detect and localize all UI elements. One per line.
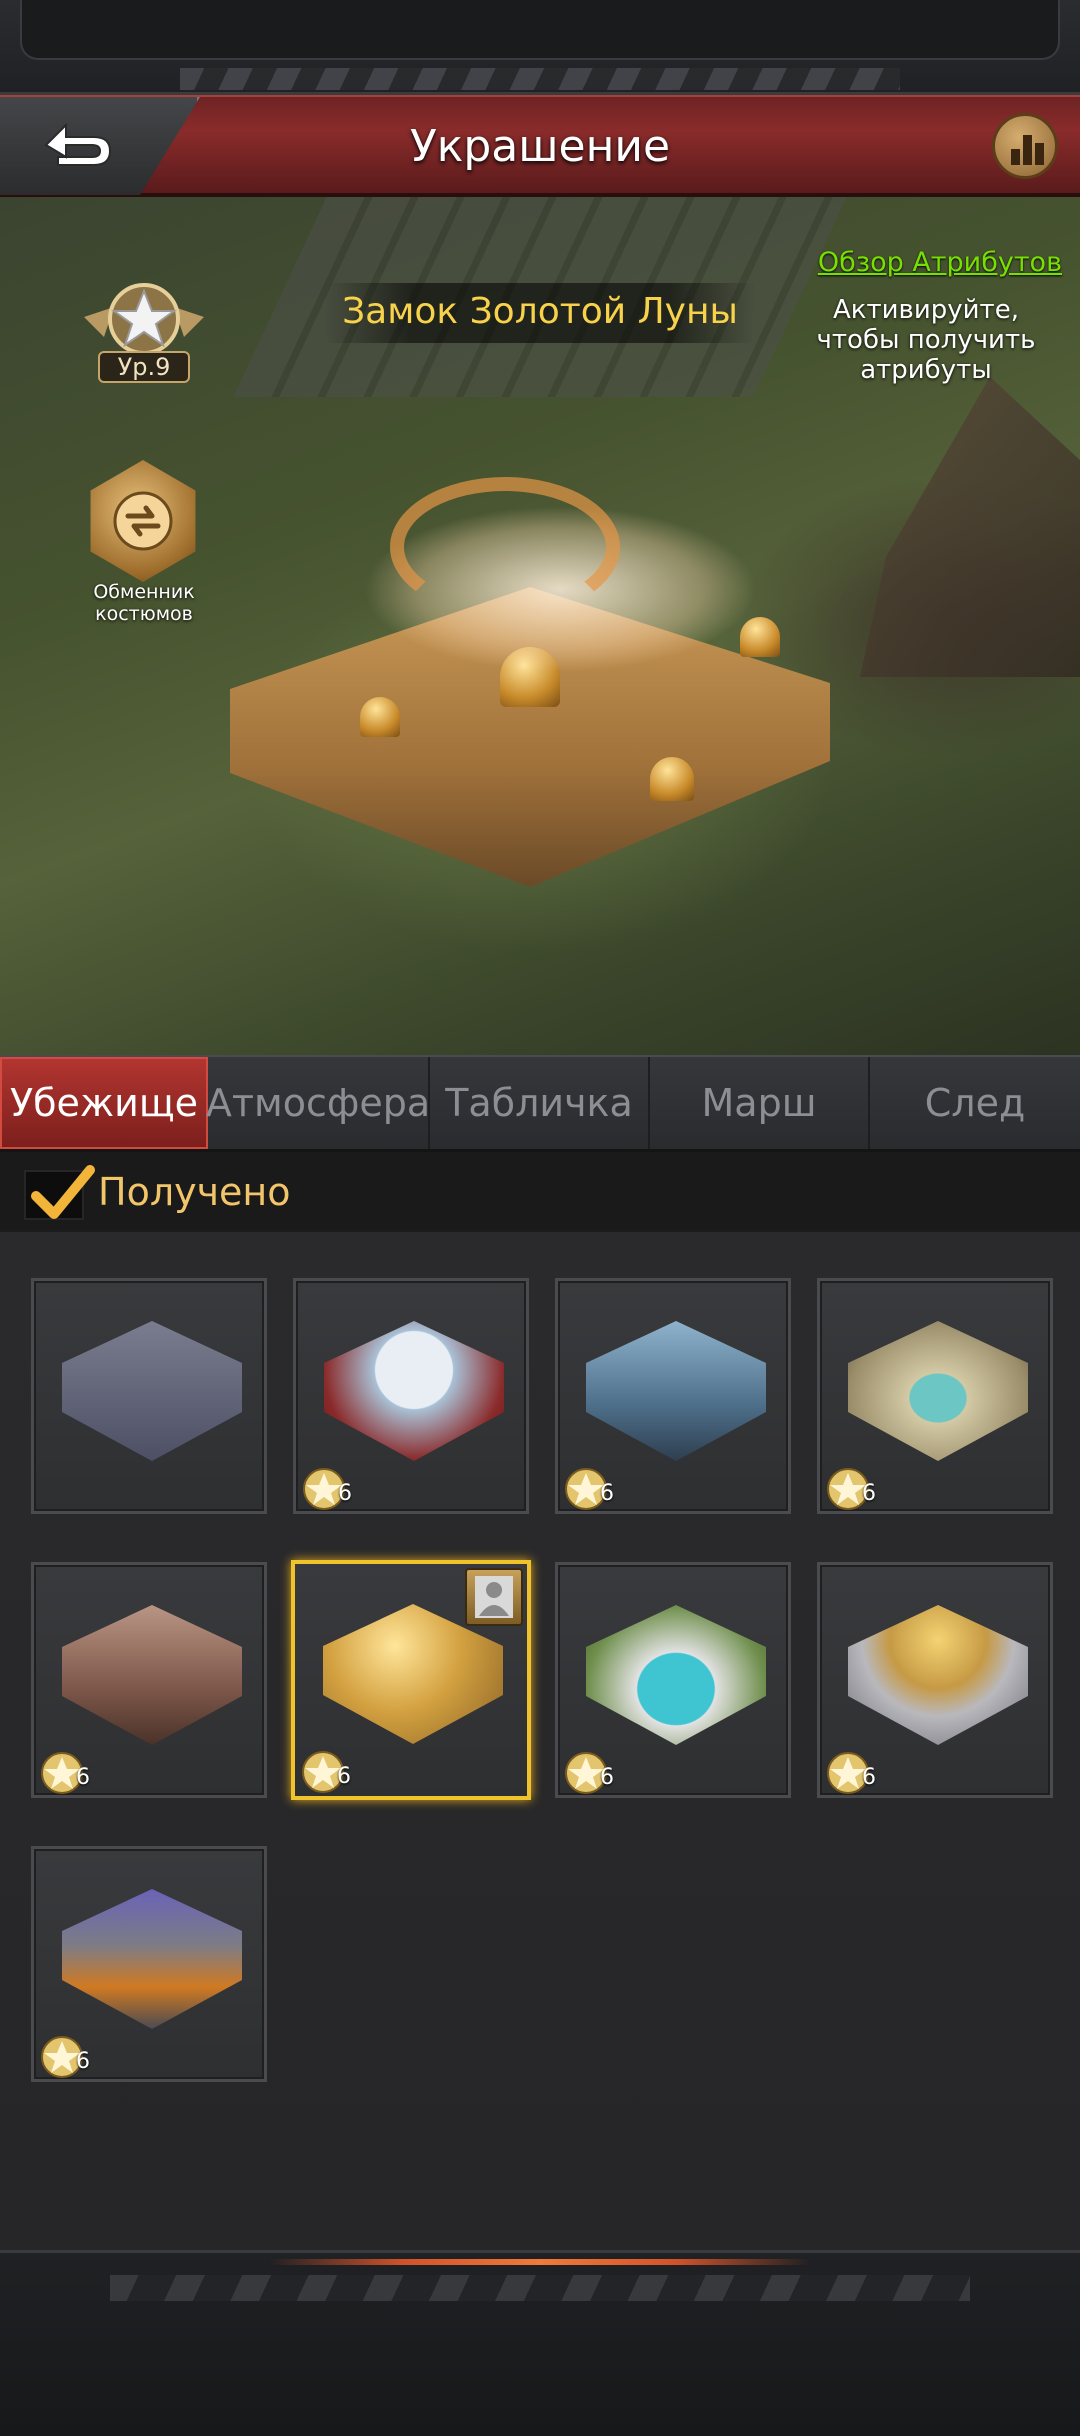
industrial-red-image	[62, 1605, 242, 1745]
owner-badge	[465, 1568, 523, 1626]
tab-nameplate[interactable]: Табличка	[430, 1057, 650, 1149]
default-base-image	[62, 1321, 242, 1461]
top-frame	[0, 0, 1080, 95]
item-level: 6	[862, 1765, 876, 1790]
tab-trail[interactable]: След	[870, 1057, 1080, 1149]
costume-exchange-label: Обменник костюмов	[93, 581, 195, 625]
tab-shelter[interactable]: Убежище	[0, 1057, 208, 1149]
user-icon	[475, 1576, 513, 1618]
item-level: 6	[338, 1481, 352, 1506]
header-bar: Украшение	[0, 95, 1080, 197]
item-level: 6	[600, 1765, 614, 1790]
activation-hint: Активируйте, чтобы получить атрибуты	[816, 295, 1036, 385]
decoration-grid: 6 6 6 6 6 6 6 6	[0, 1232, 1080, 2250]
item-level: 6	[337, 1764, 351, 1789]
decoration-card[interactable]: 6	[293, 1278, 529, 1514]
castle-dome	[360, 697, 400, 737]
attributes-overview-link[interactable]: Обзор Атрибутов	[818, 247, 1062, 278]
decoration-card[interactable]: 6	[31, 1562, 267, 1798]
tab-march[interactable]: Марш	[650, 1057, 870, 1149]
page-title: Украшение	[409, 121, 671, 172]
decoration-card[interactable]: 6	[555, 1278, 791, 1514]
bottom-frame-stripes	[110, 2275, 970, 2301]
stadium-city-image	[848, 1321, 1028, 1461]
checkmark-icon	[31, 1165, 95, 1219]
owned-checkbox[interactable]	[24, 1165, 95, 1220]
snow-globe-image	[324, 1321, 504, 1461]
decoration-card[interactable]: 6	[31, 1846, 267, 2082]
castle-dome	[650, 757, 694, 801]
stats-button[interactable]	[992, 113, 1058, 179]
tab-atmosphere[interactable]: Атмосфера	[206, 1057, 430, 1149]
decoration-name: Замок Золотой Луны	[325, 283, 755, 343]
exchange-icon	[113, 491, 173, 551]
item-level: 6	[76, 2049, 90, 2074]
top-frame-stripes	[180, 68, 900, 90]
item-level: 6	[600, 1481, 614, 1506]
bottom-frame	[0, 2250, 1080, 2436]
decoration-card[interactable]: 6	[817, 1278, 1053, 1514]
decoration-card-selected[interactable]: 6	[291, 1560, 531, 1800]
background-mountain	[860, 377, 1080, 677]
pool-villa-image	[586, 1605, 766, 1745]
blue-tech-city-image	[586, 1321, 766, 1461]
halloween-castle-image	[62, 1889, 242, 2029]
bottom-glow	[270, 2259, 810, 2265]
owned-filter-label: Получено	[98, 1170, 291, 1214]
decoration-card[interactable]	[31, 1278, 267, 1514]
item-level: 6	[76, 1765, 90, 1790]
decoration-preview: Ур.9 Обменник костюмов Замок Золотой Лун…	[0, 197, 1080, 1055]
level-badge[interactable]: Ур.9	[74, 277, 214, 387]
owned-filter-row: Получено	[0, 1152, 1080, 1230]
level-label: Ур.9	[98, 351, 190, 383]
costume-exchange-button[interactable]	[90, 460, 196, 582]
halo-effect	[390, 477, 620, 617]
item-level: 6	[862, 1481, 876, 1506]
bar-chart-icon	[1011, 135, 1044, 165]
golden-dome-city-image	[848, 1605, 1028, 1745]
top-frame-inner	[20, 0, 1060, 60]
decoration-card[interactable]: 6	[555, 1562, 791, 1798]
category-tabs: Убежище Атмосфера Табличка Марш След	[0, 1055, 1080, 1152]
decoration-card[interactable]: 6	[817, 1562, 1053, 1798]
